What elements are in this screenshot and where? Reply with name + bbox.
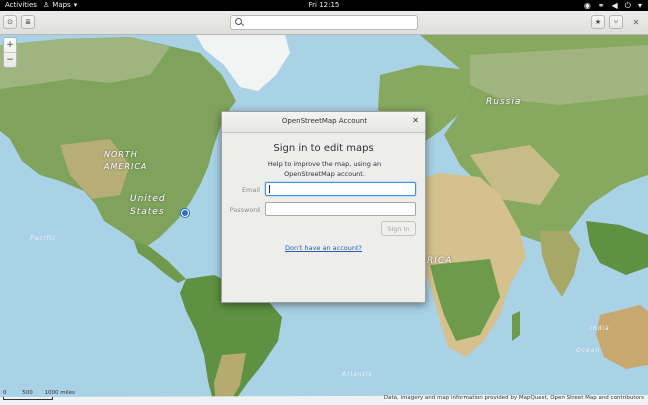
email-field[interactable] bbox=[265, 182, 416, 196]
zoom-out-button[interactable]: − bbox=[4, 52, 16, 67]
star-icon: ★ bbox=[594, 18, 602, 26]
system-tray[interactable]: ◉ ⚭ ◀ ⏻ ▾ bbox=[584, 0, 642, 11]
chevron-down-icon: ▾ bbox=[73, 1, 78, 9]
favorites-button[interactable]: ★ bbox=[591, 15, 605, 29]
location-icon: ◉ bbox=[583, 1, 591, 10]
layers-button[interactable]: ≣ bbox=[21, 15, 35, 29]
crosshair-icon: ⊙ bbox=[7, 18, 13, 26]
close-icon: ✕ bbox=[632, 17, 640, 27]
dialog-title: OpenStreetMap Account bbox=[281, 117, 368, 125]
scale-miles: 1000 miles bbox=[44, 390, 75, 396]
app-menu-icon: ♙ bbox=[43, 1, 50, 9]
password-label: Password bbox=[229, 206, 260, 214]
text-cursor bbox=[269, 185, 270, 193]
my-location-button[interactable]: ⊙ bbox=[3, 15, 17, 29]
map-label-north-america: NORTH AMERICA bbox=[104, 150, 148, 171]
map-label-pacific: Pacific bbox=[30, 235, 57, 242]
clock[interactable]: Fri 12:15 bbox=[309, 1, 340, 9]
current-location-marker[interactable] bbox=[181, 209, 189, 217]
email-label: Email bbox=[241, 186, 260, 194]
zoom-controls: + − bbox=[3, 37, 17, 68]
window-close-button[interactable]: ✕ bbox=[629, 15, 643, 29]
no-account-link[interactable]: Don't have an account? bbox=[222, 244, 425, 252]
map-attribution: Data, imagery and map information provid… bbox=[383, 395, 644, 401]
scale-bar: 0 500 1000 miles bbox=[3, 390, 75, 400]
network-icon: ⚭ bbox=[597, 1, 605, 10]
map-label-africa: RICA bbox=[427, 256, 453, 266]
osm-account-dialog: OpenStreetMap Account ✕ Sign in to edit … bbox=[221, 111, 426, 303]
sign-in-button[interactable]: Sign In bbox=[381, 221, 416, 236]
layers-icon: ≣ bbox=[25, 18, 31, 26]
search-icon bbox=[235, 18, 242, 25]
map-label-atlantic: Atlantic bbox=[342, 371, 373, 378]
map-label-india: India bbox=[590, 325, 610, 332]
map-label-united-states: United States bbox=[130, 194, 166, 217]
route-button[interactable]: ⑂ bbox=[609, 15, 623, 29]
chevron-down-icon: ▾ bbox=[637, 1, 642, 10]
dialog-heading: Sign in to edit maps bbox=[273, 143, 374, 154]
dialog-close-button[interactable]: ✕ bbox=[412, 116, 419, 125]
scale-km: 500 bbox=[22, 390, 33, 396]
map-label-russia: Russia bbox=[486, 97, 522, 107]
zoom-in-button[interactable]: + bbox=[4, 38, 16, 52]
map-label-ocean: Ocean bbox=[576, 347, 601, 354]
activities-button[interactable]: Activities bbox=[5, 1, 37, 9]
password-field[interactable] bbox=[265, 202, 416, 216]
app-menu[interactable]: ♙ Maps ▾ bbox=[43, 1, 77, 9]
scale-zero: 0 bbox=[3, 390, 7, 396]
route-icon: ⑂ bbox=[613, 18, 619, 26]
scale-line bbox=[3, 397, 53, 400]
power-icon: ⏻ bbox=[624, 1, 631, 10]
header-bar: ⊙ ≣ ★ ⑂ ✕ bbox=[0, 11, 648, 35]
volume-icon: ◀ bbox=[611, 1, 618, 10]
dialog-description: Help to improve the map, using an OpenSt… bbox=[267, 160, 382, 178]
top-bar: Activities ♙ Maps ▾ Fri 12:15 ◉ ⚭ ◀ ⏻ ▾ bbox=[0, 0, 648, 11]
close-icon: ✕ bbox=[412, 116, 419, 125]
dialog-titlebar: OpenStreetMap Account ✕ bbox=[222, 112, 425, 133]
search-input[interactable] bbox=[230, 15, 418, 30]
app-menu-label: Maps bbox=[52, 1, 71, 9]
